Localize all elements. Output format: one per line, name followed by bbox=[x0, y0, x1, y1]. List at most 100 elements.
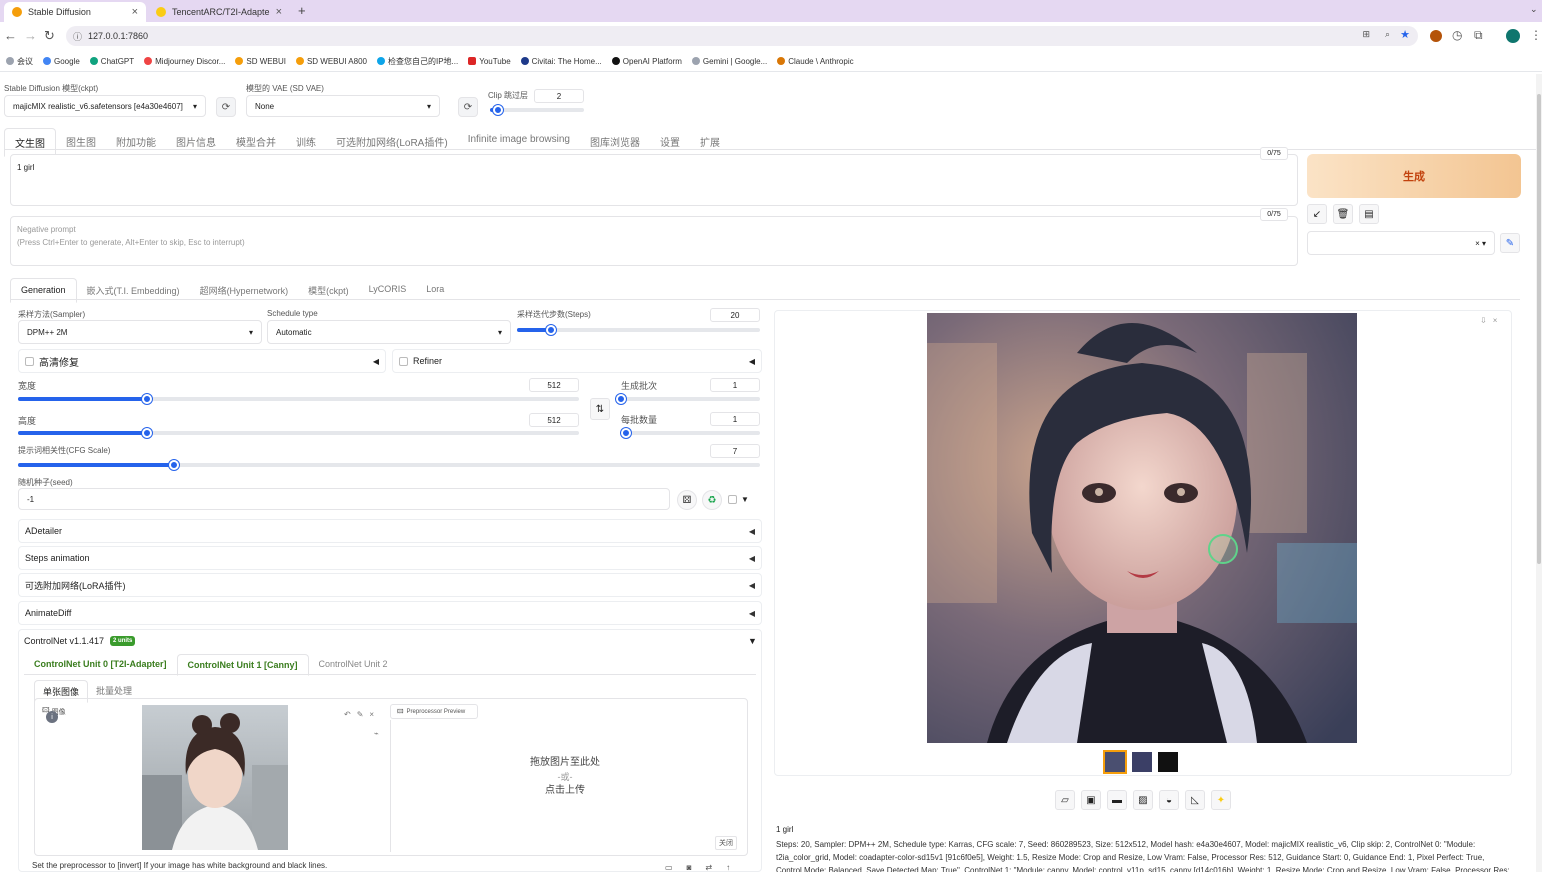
controlnet-unit-0-tab[interactable]: ControlNet Unit 0 [T2I-Adapter] bbox=[24, 654, 177, 676]
zip-button[interactable]: ▬ bbox=[1107, 790, 1127, 810]
profile-avatar[interactable] bbox=[1506, 29, 1520, 43]
tab-train[interactable]: 训练 bbox=[286, 128, 326, 157]
tab-lora[interactable]: 可选附加网络(LoRA插件) bbox=[326, 128, 458, 157]
zoom-icon[interactable]: ⌕ bbox=[1385, 29, 1390, 40]
tab-image-browsing[interactable]: Infinite image browsing bbox=[458, 128, 580, 157]
browser-tab-tencentarc[interactable]: TencentARC/T2I-Adapter at × bbox=[148, 2, 290, 22]
cfg-slider[interactable] bbox=[18, 460, 760, 470]
controlnet-header[interactable]: ControlNet v1.1.417 2 units bbox=[24, 636, 136, 646]
close-preview-button[interactable]: 关闭 bbox=[715, 836, 737, 850]
download-icon[interactable]: ⇩ bbox=[1480, 316, 1487, 325]
extension-icon[interactable] bbox=[1430, 30, 1442, 42]
bookmark-item[interactable]: SD WEBUI bbox=[235, 57, 286, 66]
clear-prompt-button[interactable]: 🗑 bbox=[1333, 204, 1353, 224]
ckpt-dropdown[interactable]: majicMIX realistic_v6.safetensors [e4a30… bbox=[4, 95, 206, 117]
send-to-inpaint-button[interactable]: ◒ bbox=[1159, 790, 1179, 810]
address-bar[interactable]: ⓘ 127.0.0.1:7860 ⊞ ⌕ ★ bbox=[66, 26, 1418, 46]
info-icon[interactable]: ⓘ bbox=[73, 30, 82, 43]
info-icon[interactable]: i bbox=[46, 711, 58, 723]
refiner-accordion[interactable]: Refiner ◀ bbox=[392, 349, 762, 373]
bookmark-item[interactable]: 会议 bbox=[6, 56, 33, 67]
width-slider[interactable] bbox=[18, 394, 579, 404]
batch-count-slider[interactable] bbox=[616, 394, 760, 404]
reload-icon[interactable]: ↻ bbox=[44, 28, 55, 44]
seed-input[interactable]: -1 bbox=[18, 488, 670, 510]
brush-icon[interactable]: ⌁ bbox=[374, 729, 379, 738]
close-icon[interactable]: × bbox=[276, 6, 282, 18]
send-to-extras-button[interactable]: ◺ bbox=[1185, 790, 1205, 810]
gallery-thumbnail-2[interactable] bbox=[1132, 752, 1152, 772]
close-icon[interactable]: × bbox=[132, 6, 138, 18]
bookmark-item[interactable]: Civitai: The Home... bbox=[520, 57, 602, 66]
close-icon[interactable]: × bbox=[1493, 316, 1498, 325]
save-button[interactable]: ▣ bbox=[1081, 790, 1101, 810]
batch-count-input[interactable]: 1 bbox=[710, 378, 760, 392]
height-input[interactable]: 512 bbox=[529, 413, 579, 427]
generate-button[interactable]: 生成 bbox=[1307, 154, 1521, 198]
chevron-down-icon[interactable]: ⌄ bbox=[1530, 4, 1538, 15]
tab-img2img[interactable]: 图生图 bbox=[56, 128, 106, 157]
batch-size-input[interactable]: 1 bbox=[710, 412, 760, 426]
page-scrollbar[interactable] bbox=[1536, 74, 1542, 872]
bookmark-item[interactable]: 检查您自己的IP地... bbox=[376, 56, 458, 67]
close-icon[interactable]: × bbox=[369, 710, 374, 719]
camera-icon[interactable]: ▭ bbox=[665, 863, 673, 872]
tab-merge[interactable]: 模型合并 bbox=[226, 128, 286, 157]
lora-accordion[interactable]: 可选附加网络(LoRA插件) ◀ bbox=[18, 573, 762, 597]
steps-slider[interactable] bbox=[517, 325, 760, 335]
schedule-dropdown[interactable]: Automatic ▾ bbox=[267, 320, 511, 344]
gallery-thumbnail-3[interactable] bbox=[1158, 752, 1178, 772]
hires-fix-accordion[interactable]: 高清修复 ◀ bbox=[18, 349, 386, 373]
read-params-button[interactable]: ↙ bbox=[1307, 204, 1327, 224]
forward-icon[interactable]: → bbox=[24, 28, 37, 43]
adetailer-accordion[interactable]: ADetailer ◀ bbox=[18, 519, 762, 543]
extra-seed-toggle[interactable]: ▼ bbox=[728, 495, 749, 504]
bookmark-item[interactable]: Google bbox=[43, 57, 80, 66]
browser-tab-stable-diffusion[interactable]: Stable Diffusion × bbox=[4, 2, 146, 22]
width-input[interactable]: 512 bbox=[529, 378, 579, 392]
swap-icon[interactable]: ⇄ bbox=[705, 863, 712, 872]
vae-dropdown[interactable]: None ▾ bbox=[246, 95, 440, 117]
back-icon[interactable]: ← bbox=[4, 28, 17, 43]
bookmark-item[interactable]: Claude \ Anthropic bbox=[777, 57, 854, 66]
upload-dropzone[interactable]: 拖放图片至此处 -或- 点击上传 bbox=[470, 756, 660, 798]
translate-icon[interactable]: ⊞ bbox=[1362, 29, 1370, 40]
animatediff-accordion[interactable]: AnimateDiff ◀ bbox=[18, 601, 762, 625]
extensions-puzzle-icon[interactable]: ⧉ bbox=[1474, 28, 1483, 43]
negative-prompt-textarea[interactable]: Negative prompt (Press Ctrl+Enter to gen… bbox=[10, 216, 1298, 266]
batch-size-slider[interactable] bbox=[621, 428, 760, 438]
new-tab-icon[interactable]: + bbox=[298, 3, 306, 18]
bookmark-star-icon[interactable]: ★ bbox=[1400, 28, 1410, 41]
menu-icon[interactable]: ⋮ bbox=[1530, 28, 1542, 42]
generated-image[interactable] bbox=[927, 313, 1357, 743]
upload-icon[interactable]: ↑ bbox=[726, 863, 730, 872]
refresh-ckpt-button[interactable]: ⟳ bbox=[216, 97, 236, 117]
sampler-dropdown[interactable]: DPM++ 2M ▾ bbox=[18, 320, 262, 344]
clip-skip-input[interactable]: 2 bbox=[534, 89, 584, 103]
bookmark-item[interactable]: Gemini | Google... bbox=[691, 57, 767, 66]
gallery-thumbnail-1[interactable] bbox=[1103, 750, 1127, 774]
bookmark-item[interactable]: Midjourney Discor... bbox=[144, 57, 225, 66]
edit-icon[interactable]: ✎ bbox=[357, 710, 364, 719]
styles-button[interactable]: ▤ bbox=[1359, 204, 1379, 224]
bookmark-item[interactable]: SD WEBUI A800 bbox=[295, 57, 367, 66]
history-icon[interactable]: ◷ bbox=[1452, 28, 1462, 42]
open-folder-button[interactable]: ▱ bbox=[1055, 790, 1075, 810]
bookmark-item[interactable]: YouTube bbox=[468, 57, 511, 66]
edit-styles-button[interactable]: ✎ bbox=[1500, 233, 1520, 253]
height-slider[interactable] bbox=[18, 428, 579, 438]
send-to-img2img-button[interactable]: ▨ bbox=[1133, 790, 1153, 810]
tab-settings[interactable]: 设置 bbox=[650, 128, 690, 157]
reuse-seed-button[interactable]: ♻ bbox=[702, 490, 722, 510]
sparkle-button[interactable]: ✦ bbox=[1211, 790, 1231, 810]
tab-extensions[interactable]: 扩展 bbox=[690, 128, 730, 157]
styles-dropdown[interactable]: × ▾ bbox=[1307, 231, 1495, 255]
cfg-input[interactable]: 7 bbox=[710, 444, 760, 458]
tab-png-info[interactable]: 图片信息 bbox=[166, 128, 226, 157]
webcam-icon[interactable]: ◙ bbox=[687, 863, 692, 872]
extra-seed-checkbox[interactable] bbox=[728, 495, 737, 504]
steps-input[interactable]: 20 bbox=[710, 308, 760, 322]
expand-triangle-icon[interactable]: ▼ bbox=[748, 636, 757, 646]
bookmark-item[interactable]: OpenAI Platform bbox=[611, 57, 682, 66]
tab-txt2img[interactable]: 文生图 bbox=[4, 128, 56, 157]
